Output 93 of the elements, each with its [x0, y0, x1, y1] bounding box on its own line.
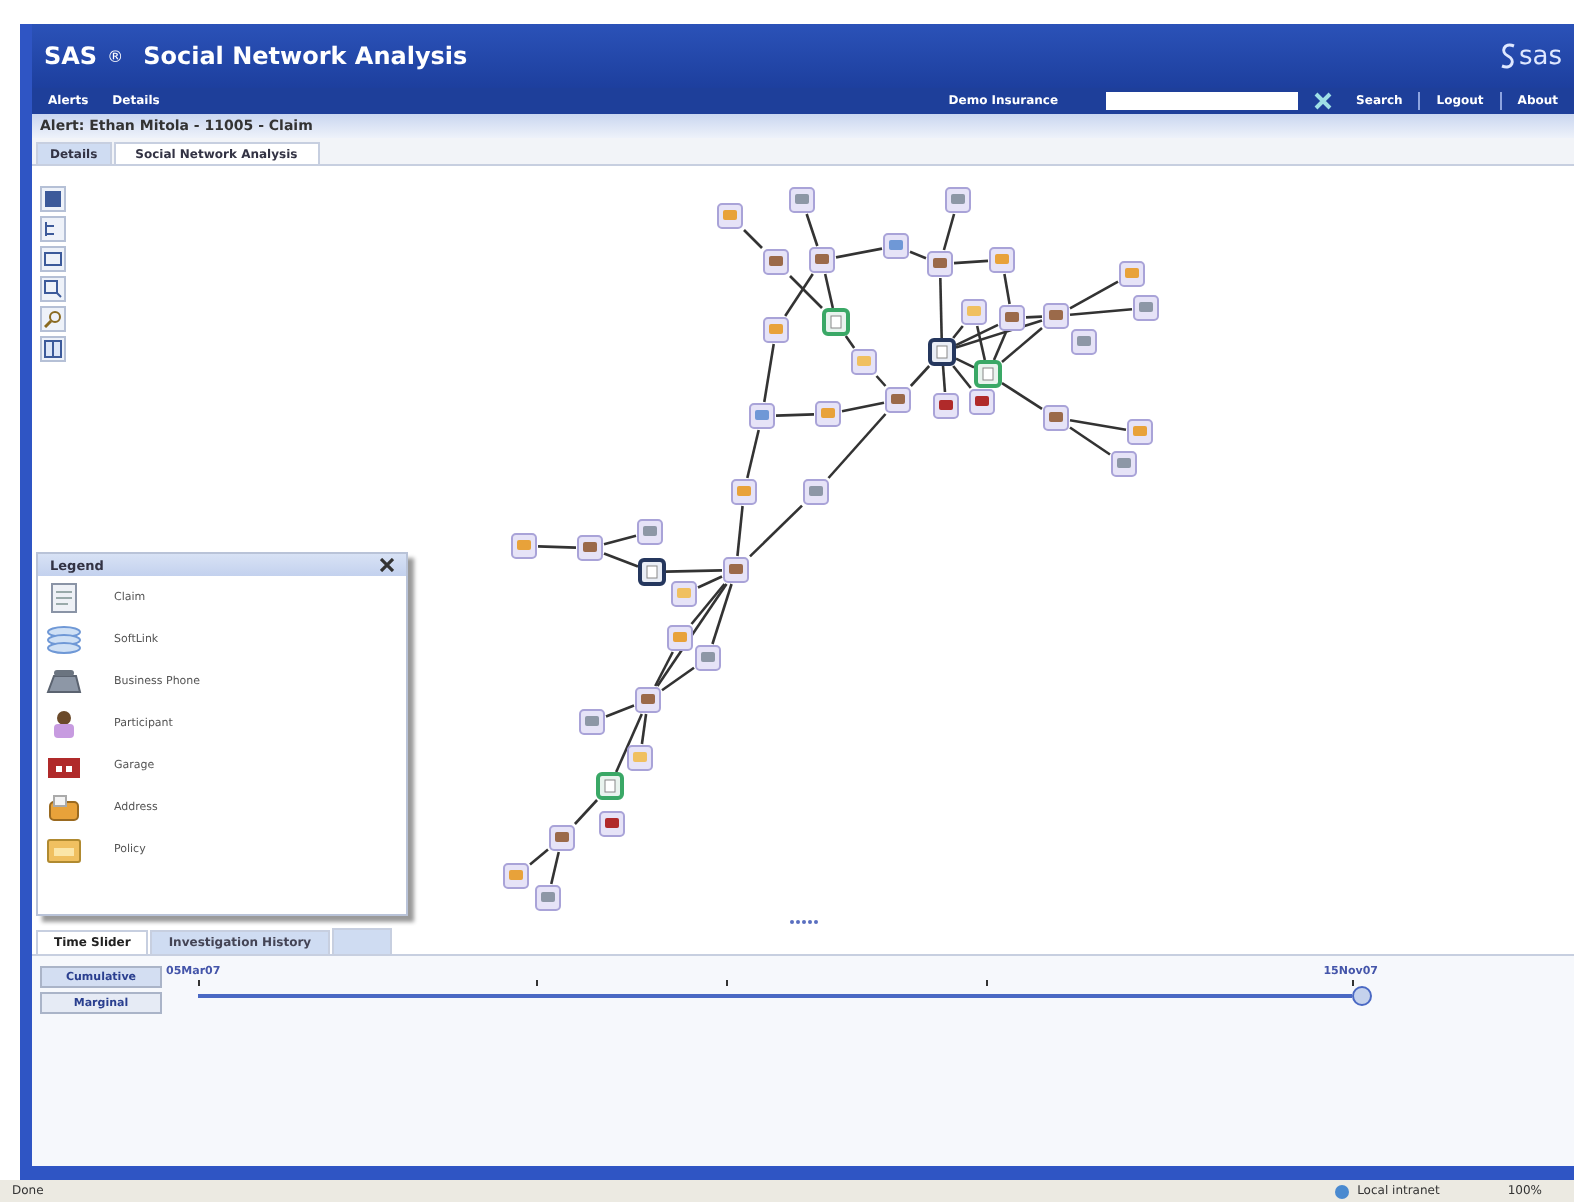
graph-node[interactable] — [635, 687, 661, 713]
graph-node[interactable] — [717, 203, 743, 229]
graph-node[interactable] — [809, 247, 835, 273]
connector-line — [909, 250, 927, 260]
magnifier-icon — [44, 310, 62, 328]
folder-icon — [46, 833, 82, 865]
graph-node[interactable] — [883, 233, 909, 259]
app-title: Social Network Analysis — [143, 42, 468, 70]
connector-line — [749, 504, 803, 558]
graph-node[interactable] — [789, 187, 815, 213]
stack-icon — [46, 623, 82, 655]
graph-node[interactable] — [695, 645, 721, 671]
connector-line — [603, 534, 637, 546]
slider-thumb[interactable] — [1352, 986, 1372, 1006]
connector-line — [805, 213, 819, 247]
panel-icon — [44, 340, 62, 358]
graph-node[interactable] — [1043, 303, 1069, 329]
graph-node[interactable] — [945, 187, 971, 213]
toolbar-button[interactable] — [40, 246, 66, 272]
connector-line — [835, 247, 883, 259]
connector-line — [1001, 381, 1043, 411]
zoom-icon — [44, 280, 62, 298]
connector-line — [775, 413, 815, 417]
connector-line — [909, 365, 931, 387]
graph-node[interactable] — [549, 825, 575, 851]
connector-line — [941, 365, 947, 393]
connector-line — [939, 277, 943, 339]
clear-icon[interactable] — [1314, 92, 1333, 110]
graph-node[interactable] — [749, 403, 775, 429]
graph-node[interactable] — [961, 299, 987, 325]
graph-node[interactable] — [667, 625, 693, 651]
graph-node[interactable] — [503, 863, 529, 889]
graph-node[interactable] — [671, 581, 697, 607]
graph-node[interactable] — [974, 360, 1002, 388]
connector-line — [537, 545, 577, 549]
toolbar-button[interactable] — [40, 306, 66, 332]
graph-node[interactable] — [969, 389, 995, 415]
connector-line — [953, 259, 989, 265]
connector-line — [743, 229, 763, 249]
graph-node[interactable] — [803, 479, 829, 505]
graph-node[interactable] — [885, 387, 911, 413]
sas-logo: sas — [1500, 41, 1562, 71]
connector-line — [603, 552, 639, 568]
graph-node[interactable] — [1127, 419, 1153, 445]
graph-node[interactable] — [927, 251, 953, 277]
document-icon — [46, 581, 82, 613]
connector-line — [844, 335, 856, 349]
graph-node[interactable] — [731, 479, 757, 505]
graph-node[interactable] — [1119, 261, 1145, 287]
graph-node[interactable] — [723, 557, 749, 583]
graph-node[interactable] — [933, 393, 959, 419]
globe-icon — [1333, 1183, 1350, 1199]
connector-line — [875, 375, 887, 387]
graph-node[interactable] — [637, 519, 663, 545]
graph-node[interactable] — [928, 338, 956, 366]
connector-line — [736, 505, 744, 557]
toolbar-button[interactable] — [40, 276, 66, 302]
registered-mark: ® — [107, 47, 124, 65]
graph-node[interactable] — [763, 317, 789, 343]
telephone-icon — [46, 665, 82, 697]
search-field[interactable] — [1106, 92, 1299, 110]
graph-node[interactable] — [989, 247, 1015, 273]
graph-node[interactable] — [822, 308, 850, 336]
brand-name: SAS — [44, 42, 98, 70]
graph-node[interactable] — [579, 709, 605, 735]
graph-node[interactable] — [1133, 295, 1159, 321]
window-icon — [44, 250, 62, 268]
connector-line — [784, 273, 814, 317]
graph-node[interactable] — [1043, 405, 1069, 431]
graph-node[interactable] — [638, 558, 666, 586]
connector-line — [746, 429, 760, 479]
splitter-handle-icon[interactable] — [790, 920, 818, 924]
connector-line — [573, 799, 599, 825]
graph-node[interactable] — [1071, 329, 1097, 355]
toolbar-button[interactable] — [40, 186, 66, 212]
graph-node[interactable] — [815, 401, 841, 427]
graph-node[interactable] — [763, 249, 789, 275]
graph-node[interactable] — [599, 811, 625, 837]
toolbar-button[interactable] — [40, 216, 66, 242]
graph-node[interactable] — [1111, 451, 1137, 477]
close-icon[interactable] — [380, 558, 394, 572]
connector-line — [942, 213, 956, 251]
graph-node[interactable] — [511, 533, 537, 559]
graph-node[interactable] — [535, 885, 561, 911]
connector-line — [763, 343, 775, 403]
mailbox-icon — [46, 791, 82, 823]
graph-node[interactable] — [596, 772, 624, 800]
connector-line — [1003, 273, 1011, 305]
graph-node[interactable] — [999, 305, 1025, 331]
graph-node[interactable] — [577, 535, 603, 561]
graph-node[interactable] — [851, 349, 877, 375]
toolbar-button[interactable] — [40, 336, 66, 362]
graph-node[interactable] — [627, 745, 653, 771]
